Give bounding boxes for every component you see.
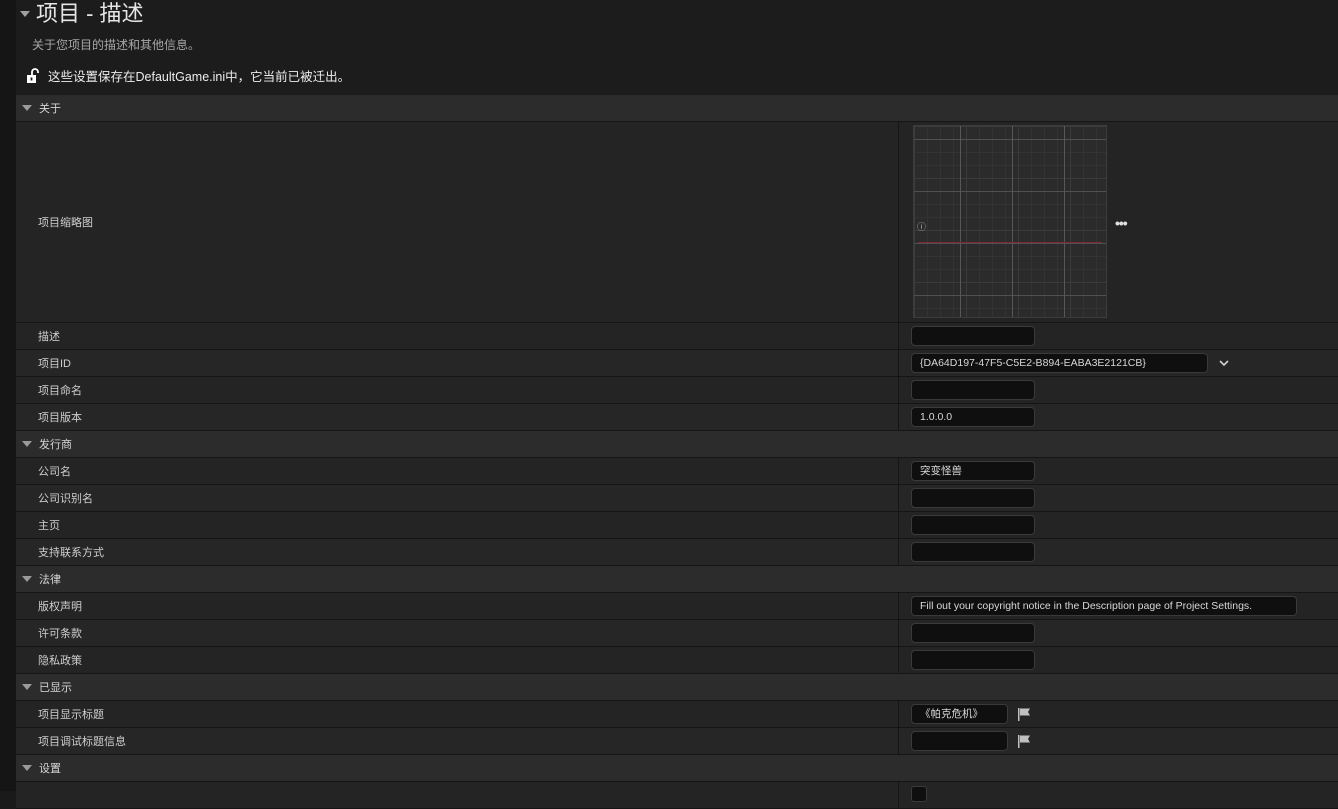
lock-open-icon[interactable] xyxy=(26,67,40,84)
debug-title-input[interactable] xyxy=(911,731,1008,751)
config-notice-text: 这些设置保存在DefaultGame.ini中，它当前已被迁出。 xyxy=(48,70,351,84)
page-title: 项目 - 描述 xyxy=(36,1,144,26)
property-label: 版权声明 xyxy=(16,593,899,619)
privacy-policy-input[interactable] xyxy=(911,650,1035,670)
homepage-input[interactable] xyxy=(911,515,1035,535)
description-input[interactable] xyxy=(911,326,1035,346)
thumbnail-red-axis-line xyxy=(918,242,1102,243)
property-label: 许可条款 xyxy=(16,620,899,646)
settings-panel: 项目 - 描述 关于您项目的描述和其他信息。 这些设置保存在DefaultGam… xyxy=(16,0,1338,809)
property-row-project-id: 项目ID {DA64D197-47F5-C5E2-B894-EABA3E2121… xyxy=(16,350,1338,377)
property-label: 项目显示标题 xyxy=(16,701,899,727)
details-table: 关于 项目缩略图 ⓘ ••• 描述 项目ID {DA64D197-47F5-C5… xyxy=(16,95,1338,809)
property-label: 公司识别名 xyxy=(16,485,899,511)
property-label: 隐私政策 xyxy=(16,647,899,673)
property-row-thumbnail: 项目缩略图 ⓘ ••• xyxy=(16,122,1338,323)
property-label: 项目版本 xyxy=(16,404,899,430)
property-row-project-name: 项目命名 xyxy=(16,377,1338,404)
section-header-displayed[interactable]: 已显示 xyxy=(16,674,1338,701)
title-row[interactable]: 项目 - 描述 xyxy=(20,0,144,28)
company-name-input[interactable]: 突变怪兽 xyxy=(911,461,1035,481)
chevron-down-icon[interactable] xyxy=(1218,357,1230,369)
localization-flag-icon[interactable] xyxy=(1016,733,1032,749)
property-row-support-contact: 支持联系方式 xyxy=(16,539,1338,566)
expand-triangle-icon xyxy=(22,441,32,447)
left-edge-strip xyxy=(0,0,16,791)
config-notice: 这些设置保存在DefaultGame.ini中，它当前已被迁出。 xyxy=(26,66,350,85)
section-title: 发行商 xyxy=(39,439,72,451)
thumbnail-glyph: ⓘ xyxy=(917,222,927,232)
property-row-settings-first xyxy=(16,782,1338,809)
company-distinguished-name-input[interactable] xyxy=(911,488,1035,508)
property-row-debug-title: 项目调试标题信息 xyxy=(16,728,1338,755)
property-label: 描述 xyxy=(16,323,899,349)
property-row-licensing: 许可条款 xyxy=(16,620,1338,647)
property-row-display-title: 项目显示标题 《帕克危机》 xyxy=(16,701,1338,728)
project-version-input[interactable]: 1.0.0.0 xyxy=(911,407,1035,427)
project-thumbnail-image[interactable]: ⓘ xyxy=(913,125,1107,318)
property-label: 支持联系方式 xyxy=(16,539,899,565)
section-header-about[interactable]: 关于 xyxy=(16,95,1338,122)
section-title: 法律 xyxy=(39,574,61,586)
display-title-input[interactable]: 《帕克危机》 xyxy=(911,704,1008,724)
project-id-input[interactable]: {DA64D197-47F5-C5E2-B894-EABA3E2121CB} xyxy=(911,353,1208,373)
page-header: 项目 - 描述 关于您项目的描述和其他信息。 这些设置保存在DefaultGam… xyxy=(16,0,1338,95)
property-label: 项目缩略图 xyxy=(16,122,899,322)
more-options-icon[interactable]: ••• xyxy=(1115,215,1128,231)
property-row-project-version: 项目版本 1.0.0.0 xyxy=(16,404,1338,431)
project-name-input[interactable] xyxy=(911,380,1035,400)
property-row-company-name: 公司名 突变怪兽 xyxy=(16,458,1338,485)
property-label: 项目命名 xyxy=(16,377,899,403)
property-label: 项目调试标题信息 xyxy=(16,728,899,754)
section-header-publisher[interactable]: 发行商 xyxy=(16,431,1338,458)
section-header-settings[interactable]: 设置 xyxy=(16,755,1338,782)
copyright-notice-input[interactable]: Fill out your copyright notice in the De… xyxy=(911,596,1297,616)
section-title: 设置 xyxy=(39,763,61,775)
property-label xyxy=(16,782,899,808)
section-title: 关于 xyxy=(39,103,61,115)
licensing-terms-input[interactable] xyxy=(911,623,1035,643)
property-row-description: 描述 xyxy=(16,323,1338,350)
collapse-triangle-icon[interactable] xyxy=(20,11,30,17)
property-row-homepage: 主页 xyxy=(16,512,1338,539)
expand-triangle-icon xyxy=(22,684,32,690)
section-header-legal[interactable]: 法律 xyxy=(16,566,1338,593)
property-row-privacy: 隐私政策 xyxy=(16,647,1338,674)
expand-triangle-icon xyxy=(22,765,32,771)
support-contact-input[interactable] xyxy=(911,542,1035,562)
localization-flag-icon[interactable] xyxy=(1016,706,1032,722)
expand-triangle-icon xyxy=(22,576,32,582)
property-row-company-distinguished-name: 公司识别名 xyxy=(16,485,1338,512)
property-label: 项目ID xyxy=(16,350,899,376)
expand-triangle-icon xyxy=(22,105,32,111)
page-subtitle: 关于您项目的描述和其他信息。 xyxy=(32,38,201,52)
property-label: 主页 xyxy=(16,512,899,538)
section-title: 已显示 xyxy=(39,682,72,694)
property-row-copyright: 版权声明 Fill out your copyright notice in t… xyxy=(16,593,1338,620)
property-value: ⓘ ••• xyxy=(899,122,1338,322)
property-label: 公司名 xyxy=(16,458,899,484)
settings-checkbox[interactable] xyxy=(911,786,927,802)
